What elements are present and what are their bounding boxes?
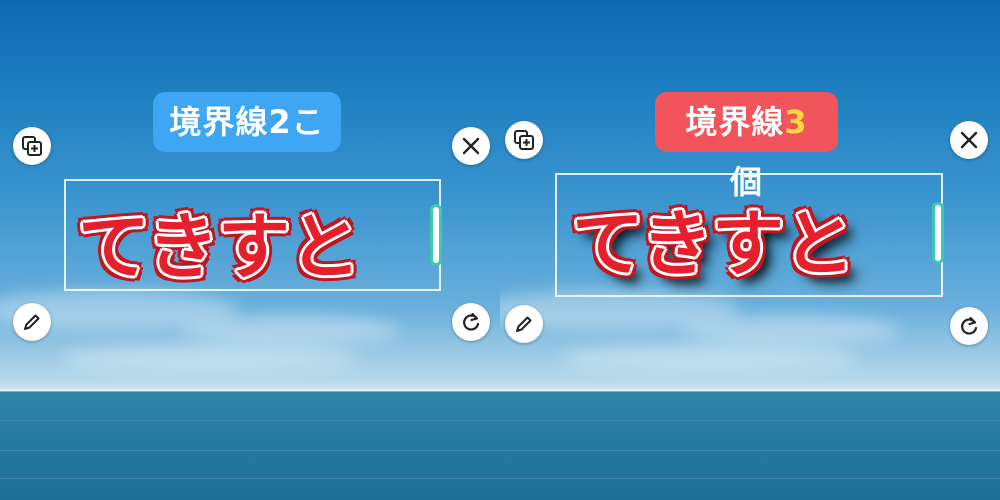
rotate-icon [463, 312, 480, 331]
label-three-borders: 境界線3個 [655, 92, 838, 201]
sticker-text[interactable]: てきすと [572, 185, 855, 290]
duplicate-icon [22, 136, 42, 156]
cloud [560, 345, 860, 371]
label-number: 3 [784, 103, 808, 141]
rotate-icon [961, 316, 978, 335]
sea-ripple [0, 478, 500, 479]
resize-handle[interactable] [430, 204, 442, 266]
close-icon [462, 137, 480, 155]
close-button[interactable] [950, 121, 988, 159]
cloud [60, 345, 360, 371]
edit-button[interactable] [13, 303, 51, 341]
label-prefix: 境界線 [685, 103, 785, 141]
duplicate-icon [514, 130, 534, 150]
sea-ripple [0, 450, 500, 451]
resize-handle[interactable] [932, 202, 944, 264]
rotate-button[interactable] [452, 303, 490, 341]
duplicate-button[interactable] [13, 127, 51, 165]
label-two-borders: 境界線2こ [153, 92, 341, 152]
sticker-text[interactable]: てきすと [78, 188, 361, 293]
rotate-button[interactable] [950, 307, 988, 345]
close-icon [960, 131, 978, 149]
horizon [0, 389, 500, 391]
sea-ripple [500, 420, 1000, 421]
cloud [680, 315, 900, 345]
sea-ripple [0, 420, 500, 421]
cloud [180, 315, 400, 345]
edit-button[interactable] [505, 305, 543, 343]
duplicate-button[interactable] [505, 121, 543, 159]
sea-ripple [500, 450, 1000, 451]
close-button[interactable] [452, 127, 490, 165]
horizon [500, 389, 1000, 391]
pencil-icon [516, 316, 532, 332]
sea-ripple [500, 478, 1000, 479]
label-text: 境界線2こ [169, 103, 325, 141]
pencil-icon [24, 314, 40, 330]
